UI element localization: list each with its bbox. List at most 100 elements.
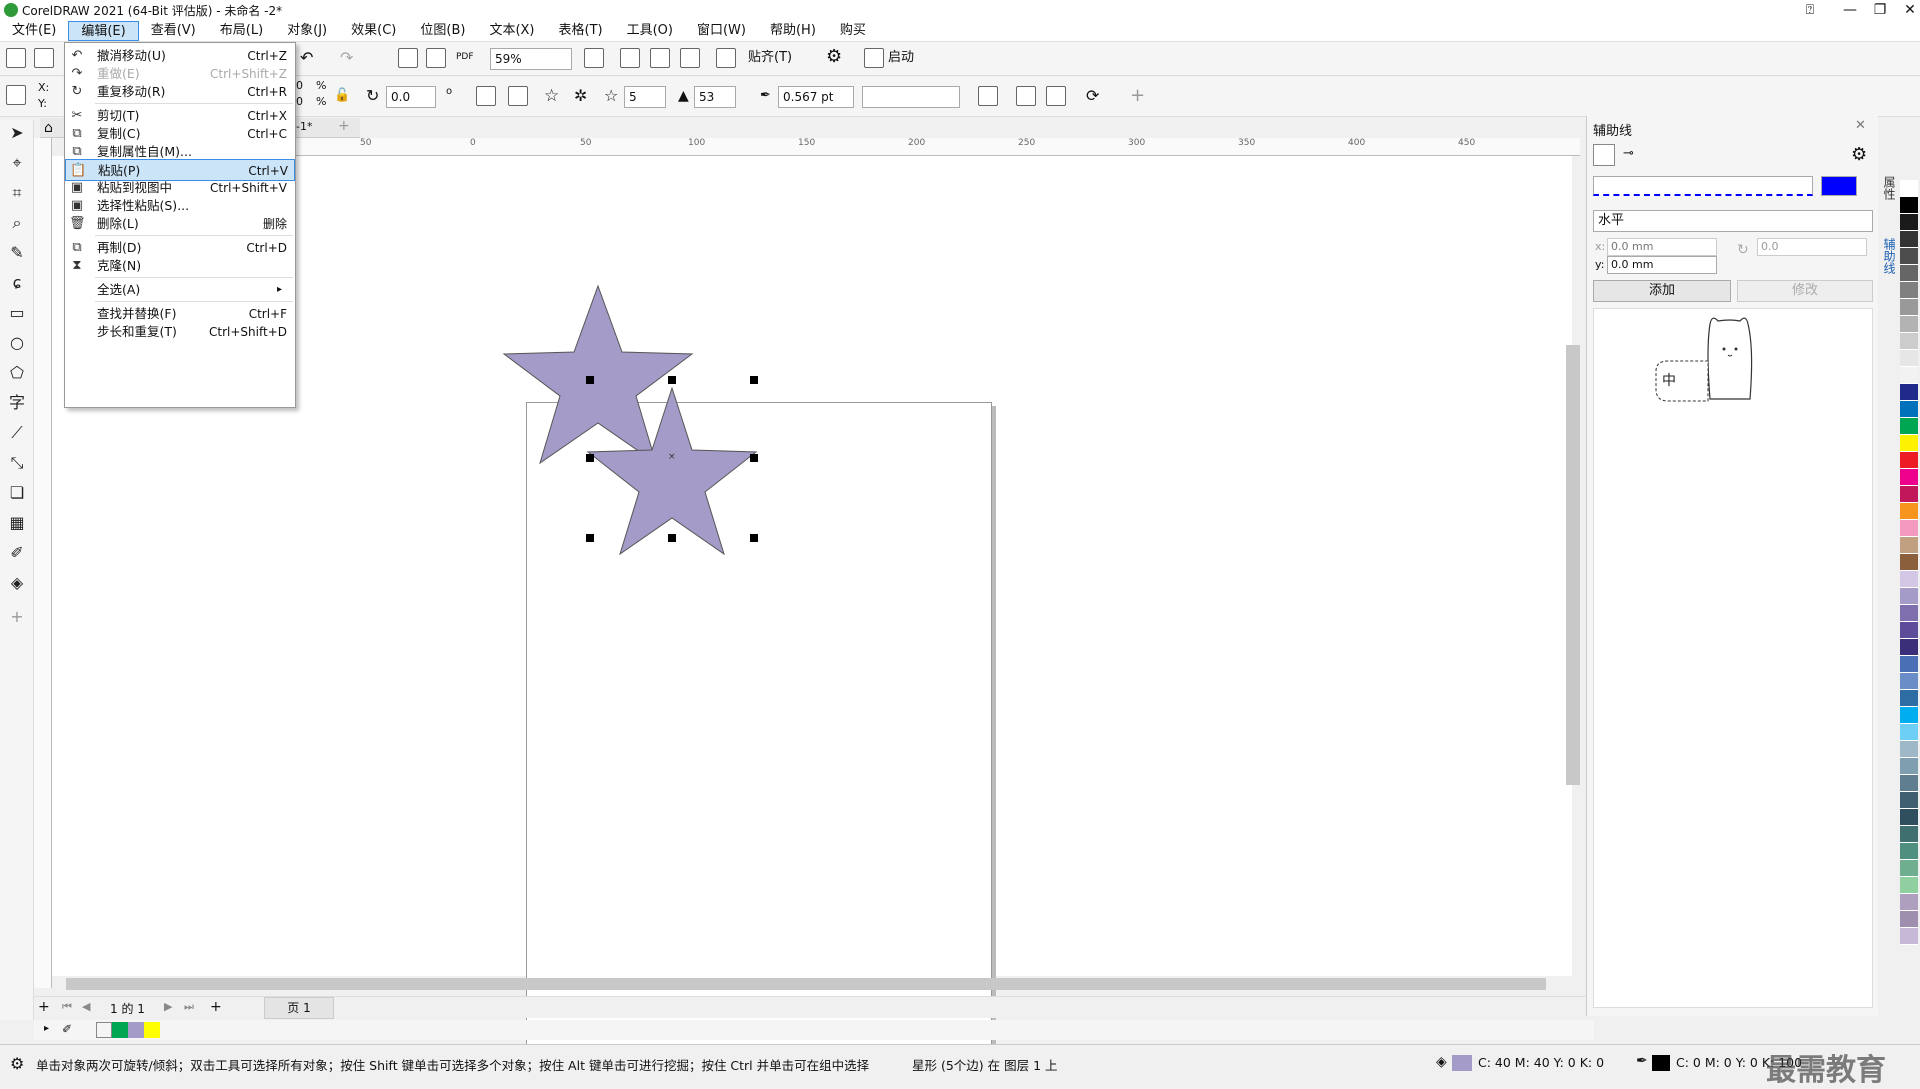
palette-swatch[interactable] <box>1900 639 1918 656</box>
sharpness-input[interactable]: 53 <box>694 86 736 108</box>
home-icon[interactable]: ⌂ <box>44 120 53 136</box>
interactive-fill-icon[interactable]: ◈ <box>6 572 28 594</box>
horizontal-ruler[interactable]: 50 0 50 100 150 200 250 300 350 400 450 <box>290 138 1580 156</box>
zoom-tool-icon[interactable]: ⌕ <box>6 212 28 234</box>
eyedropper-icon[interactable]: ✐ <box>6 542 28 564</box>
doc-swatch[interactable] <box>112 1022 128 1038</box>
selection-handle[interactable] <box>750 454 758 462</box>
pick-tool-icon[interactable]: ➤ <box>6 122 28 144</box>
prev-page-icon[interactable]: ◀ <box>82 1000 90 1013</box>
palette-swatch[interactable] <box>1900 928 1918 945</box>
add-page-end-icon[interactable]: + <box>210 999 222 1015</box>
menu-object[interactable]: 对象(J) <box>275 21 339 41</box>
horizontal-scrollbar[interactable] <box>66 978 1546 990</box>
palette-swatch[interactable] <box>1900 537 1918 554</box>
star-icon[interactable]: ☆ <box>544 85 559 107</box>
palette-swatch[interactable] <box>1900 724 1918 741</box>
guides-list[interactable]: 中 <box>1593 308 1873 1008</box>
to-front-icon[interactable] <box>1016 86 1036 106</box>
side-tab-guidelines[interactable]: 辅助线 <box>1882 238 1898 274</box>
complex-star-icon[interactable]: ✲ <box>574 85 587 107</box>
menu-help[interactable]: 帮助(H) <box>758 21 828 41</box>
export-icon[interactable] <box>426 48 446 68</box>
close-button[interactable]: ✕ <box>1890 0 1920 20</box>
selection-handle[interactable] <box>586 534 594 542</box>
fill-color-swatch[interactable] <box>1452 1055 1472 1071</box>
guide-color-swatch[interactable] <box>1821 176 1857 196</box>
selection-handle[interactable] <box>668 534 676 542</box>
artistic-media-icon[interactable]: ɕ <box>6 272 28 294</box>
launch-dropdown[interactable]: 启动 <box>888 47 914 69</box>
selection-handle[interactable] <box>668 376 676 384</box>
palette-swatch[interactable] <box>1900 843 1918 860</box>
doc-swatch[interactable] <box>96 1022 112 1038</box>
menu-edit[interactable]: 编辑(E) <box>68 20 139 41</box>
text-tool-icon[interactable]: 字 <box>6 392 28 414</box>
selection-handle[interactable] <box>750 376 758 384</box>
next-page-icon[interactable]: ▶ <box>164 1000 172 1013</box>
menu-item-delete[interactable]: 🗑 删除(L) 删除 <box>65 213 295 235</box>
add-icon[interactable]: + <box>1130 85 1145 107</box>
snap-off-icon[interactable] <box>716 48 736 68</box>
add-tool-icon[interactable]: + <box>6 606 28 628</box>
import-icon[interactable] <box>398 48 418 68</box>
palette-swatch[interactable] <box>1900 384 1918 401</box>
guide-orientation-select[interactable]: 水平 <box>1593 210 1873 232</box>
rotation-angle-input[interactable]: 0.0 <box>386 86 436 108</box>
selection-handle[interactable] <box>586 376 594 384</box>
status-settings-gear-icon[interactable]: ⚙ <box>10 1054 24 1073</box>
palette-swatch[interactable] <box>1900 367 1918 384</box>
open-folder-icon[interactable] <box>34 48 54 68</box>
selection-handle[interactable] <box>750 534 758 542</box>
rectangle-tool-icon[interactable]: ▭ <box>6 302 28 324</box>
crop-tool-icon[interactable]: ⌗ <box>6 182 28 204</box>
outline-color-swatch[interactable] <box>1652 1055 1670 1071</box>
palette-swatch[interactable] <box>1900 435 1918 452</box>
palette-swatch[interactable] <box>1900 418 1918 435</box>
docker-settings-gear-icon[interactable]: ⚙ <box>1851 144 1867 165</box>
doc-swatch[interactable] <box>128 1022 144 1038</box>
palette-swatch[interactable] <box>1900 860 1918 877</box>
shape-tool-icon[interactable]: ⌖ <box>6 152 28 174</box>
menu-text[interactable]: 文本(X) <box>477 21 546 41</box>
to-back-icon[interactable] <box>1046 86 1066 106</box>
menu-item-repeat-move[interactable]: ↻ 重复移动(R) Ctrl+R <box>65 81 295 103</box>
palette-swatch[interactable] <box>1900 180 1918 197</box>
eyedropper-icon[interactable]: ✐ <box>62 1022 72 1036</box>
snap-guide-icon[interactable]: ⊸ <box>1623 146 1634 161</box>
palette-swatch[interactable] <box>1900 197 1918 214</box>
menu-file[interactable]: 文件(E) <box>0 21 68 41</box>
show-rulers-icon[interactable] <box>620 48 640 68</box>
guide-angle-input[interactable]: 0.0 <box>1757 238 1867 256</box>
palette-swatch[interactable] <box>1900 333 1918 350</box>
pdf-icon[interactable]: PDF <box>456 46 474 68</box>
launch-icon[interactable] <box>864 48 884 68</box>
undo-icon[interactable]: ↶ <box>300 47 313 69</box>
menu-effects[interactable]: 效果(C) <box>339 21 408 41</box>
palette-swatch[interactable] <box>1900 690 1918 707</box>
freehand-tool-icon[interactable]: ✎ <box>6 242 28 264</box>
guide-line-style-select[interactable] <box>1593 176 1813 196</box>
parallel-dimension-icon[interactable]: ⟋ <box>6 422 28 444</box>
palette-swatch[interactable] <box>1900 469 1918 486</box>
connector-tool-icon[interactable]: ⤡ <box>6 452 28 474</box>
palette-swatch[interactable] <box>1900 758 1918 775</box>
palette-swatch[interactable] <box>1900 554 1918 571</box>
ellipse-tool-icon[interactable]: ○ <box>6 332 28 354</box>
new-document-icon[interactable] <box>6 48 26 68</box>
menu-item-step-repeat[interactable]: 步长和重复(T) Ctrl+Shift+D <box>65 321 295 343</box>
palette-swatch[interactable] <box>1900 741 1918 758</box>
palette-swatch[interactable] <box>1900 486 1918 503</box>
zoom-level-select[interactable]: 59% <box>490 48 572 70</box>
vertical-ruler[interactable] <box>34 138 52 988</box>
palette-swatch[interactable] <box>1900 231 1918 248</box>
drop-shadow-icon[interactable]: ❏ <box>6 482 28 504</box>
palette-swatch[interactable] <box>1900 826 1918 843</box>
palette-swatch[interactable] <box>1900 265 1918 282</box>
palette-swatch[interactable] <box>1900 911 1918 928</box>
palette-swatch[interactable] <box>1900 248 1918 265</box>
menu-bitmaps[interactable]: 位图(B) <box>408 21 477 41</box>
help-icon[interactable]: ⍰ <box>1790 0 1830 20</box>
document-tab[interactable]: -1* <box>296 120 312 133</box>
star-points-input[interactable]: 5 <box>624 86 666 108</box>
